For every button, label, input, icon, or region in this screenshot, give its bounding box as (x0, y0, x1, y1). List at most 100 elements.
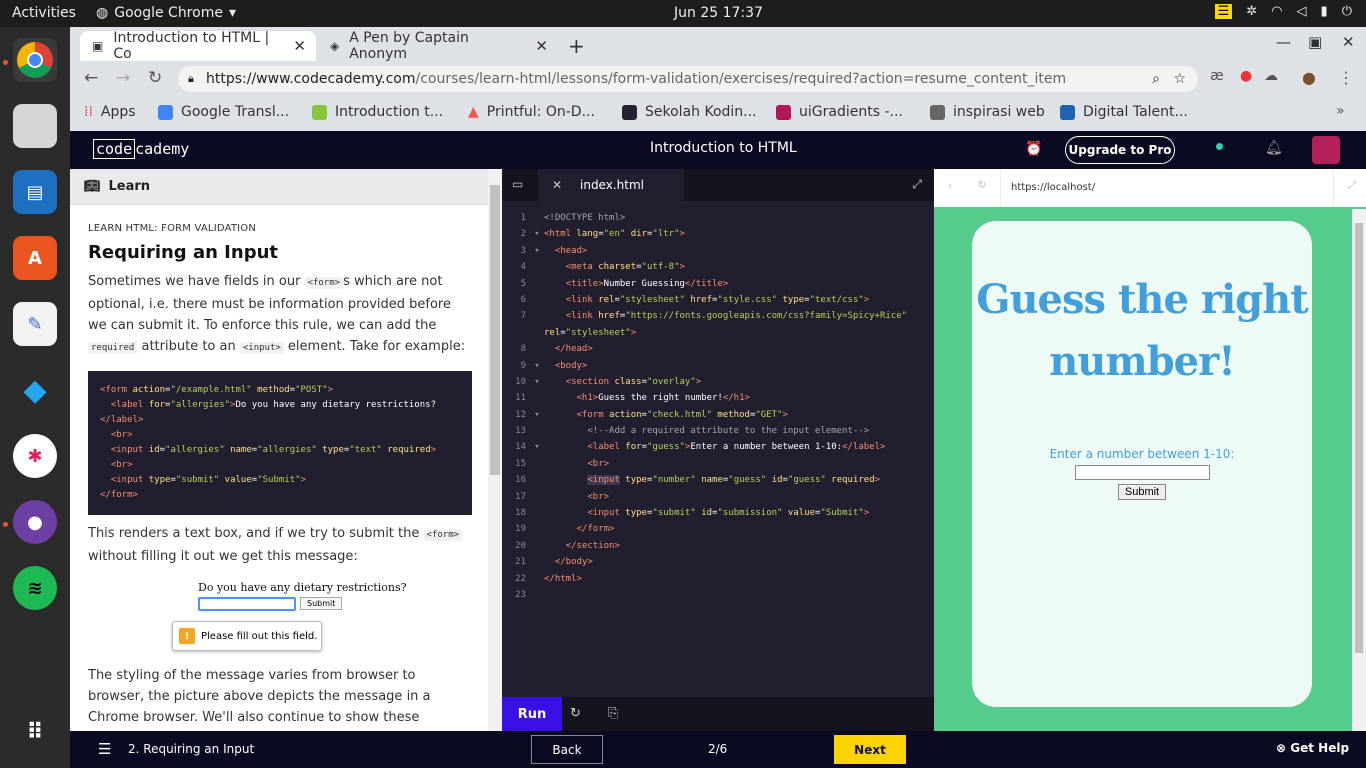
close-window-icon[interactable]: ✕ (1342, 33, 1355, 51)
zoom-icon[interactable]: ⌕ (1152, 71, 1160, 87)
bookmark-label: Digital Talent... (1083, 104, 1188, 120)
preview-url-bar[interactable]: https://localhost/ (1000, 169, 1334, 207)
new-tab-button[interactable]: + (564, 31, 594, 61)
text-editor-icon[interactable]: ✎ (13, 302, 57, 346)
scroll-thumb[interactable] (490, 185, 500, 475)
chrome-icon[interactable] (13, 38, 57, 82)
tab-codepen[interactable]: ◈ A Pen by Captain Anonym ✕ (318, 30, 558, 62)
folder-icon (930, 104, 945, 120)
slack-tray-icon[interactable]: ✲ (1246, 4, 1257, 19)
close-tab-icon[interactable]: ✕ (293, 37, 306, 55)
bookmark-google-translate[interactable]: Google Transl... (158, 99, 289, 125)
line-number: 11 (515, 393, 526, 404)
bookmark-printful[interactable]: ▲ Printful: On-D... (468, 99, 595, 125)
slack-icon[interactable]: ✱ (13, 434, 57, 478)
next-button[interactable]: Next (834, 735, 906, 764)
bell-icon[interactable]: 🔔︎ (1265, 140, 1283, 156)
star-icon[interactable]: ☆ (1173, 71, 1186, 87)
wifi-icon[interactable]: ◠ (1271, 4, 1282, 19)
inline-code: required (88, 342, 138, 354)
volume-icon[interactable]: ◁ (1297, 4, 1307, 19)
run-button[interactable]: Run (502, 697, 562, 731)
app-name: Google Chrome (114, 5, 223, 21)
get-help-button[interactable]: ⊗ Get Help (1276, 741, 1349, 755)
menu-kebab-icon[interactable]: ⋮ (1338, 68, 1354, 87)
preview-scrollbar[interactable] (1352, 209, 1366, 731)
bookmark-digital-talent[interactable]: Digital Talent... (1060, 99, 1188, 125)
tab-introduction-html[interactable]: ▣ Introduction to HTML | Co ✕ (80, 30, 316, 62)
copy-icon[interactable]: ⎘ (608, 706, 618, 721)
bookmark-sekolah-koding[interactable]: Sekolah Kodin... (622, 99, 757, 125)
power-icon[interactable]: ⏻ (1342, 4, 1352, 19)
learn-header[interactable]: 📖︎ Learn (70, 169, 488, 205)
profile-avatar[interactable]: ● (1302, 68, 1316, 87)
preview-back-icon[interactable]: ‹ (948, 181, 952, 192)
software-center-icon[interactable]: A (13, 236, 57, 280)
learn-scrollbar[interactable] (488, 169, 502, 731)
hamburger-icon[interactable]: ☰ (98, 740, 111, 758)
text: attribute to an (137, 339, 240, 354)
scroll-thumb[interactable] (1355, 223, 1363, 653)
reset-icon[interactable]: ↻ (570, 706, 581, 721)
tab-label: A Pen by Captain Anonym (349, 30, 469, 62)
extension-cloud-icon[interactable]: ☁ (1264, 68, 1278, 84)
close-file-icon[interactable]: ✕ (552, 178, 562, 192)
app-grid-icon[interactable]: ⠿ (13, 710, 57, 754)
line-number: 10 (515, 376, 526, 387)
app-menu[interactable]: ◍ Google Chrome ▾ (96, 5, 236, 21)
preview-reload-icon[interactable]: ↻ (978, 180, 986, 191)
minimize-icon[interactable]: — (1276, 33, 1291, 51)
back-button[interactable]: Back (531, 735, 603, 764)
bookmark-label: Printful: On-D... (486, 104, 595, 120)
codecademy-logo[interactable]: code cademy (93, 139, 189, 159)
preview-expand-icon[interactable]: ⤢ (1348, 180, 1356, 191)
chrome-small-icon: ◍ (96, 5, 109, 21)
files-icon[interactable] (13, 104, 57, 148)
battery-icon[interactable]: ▮ (1321, 4, 1328, 19)
extension-record-icon[interactable]: ● (1240, 68, 1252, 84)
bookmark-uigradients[interactable]: uiGradients -... (776, 99, 903, 125)
translate-icon (158, 104, 173, 120)
alarm-icon[interactable]: ⏰ (1025, 141, 1042, 157)
lesson-name[interactable]: 2. Requiring an Input (128, 742, 254, 756)
number-label: Enter a number between 1-10: (1049, 447, 1235, 461)
spotify-icon[interactable]: ≋ (13, 566, 57, 610)
back-arrow-icon[interactable]: ← (84, 68, 98, 88)
expand-icon[interactable]: ⤢ (912, 177, 922, 192)
reload-icon[interactable]: ↻ (148, 68, 162, 88)
tab-index-html[interactable]: ✕ index.html (538, 169, 684, 201)
maximize-icon[interactable]: ▣ (1308, 33, 1322, 51)
logo-code: code (93, 139, 136, 159)
system-tray[interactable]: ☰ ✲ ◠ ◁ ▮ ⏻ (1214, 4, 1352, 19)
code-editor: ▭ ✕ index.html ⤢ 1 <!DOCTYPE html> 2 ▾ <html… (502, 169, 934, 731)
close-tab-icon[interactable]: ✕ (535, 37, 548, 55)
line-number: 19 (515, 524, 526, 535)
chevron-down-icon: ▾ (228, 5, 236, 21)
inline-code: <input> (239, 342, 284, 354)
line-number: 16 (515, 475, 526, 486)
more-bookmarks-icon[interactable]: » (1336, 103, 1345, 119)
bookmark-apps[interactable]: ⁞⁞ Apps (84, 99, 136, 125)
submit-button[interactable]: Submit (1117, 484, 1167, 500)
number-input[interactable] (1074, 465, 1210, 480)
inline-code: <form> (304, 277, 344, 289)
avatar[interactable] (1312, 136, 1340, 164)
upgrade-to-pro-button[interactable]: Upgrade to Pro (1065, 136, 1175, 164)
writer-icon[interactable]: ▤ (13, 170, 57, 214)
bookmark-inspirasi-web[interactable]: inspirasi web (930, 99, 1045, 125)
vscode-icon[interactable]: ◆ (13, 368, 57, 412)
address-bar[interactable]: 🔒︎ https://www.codecademy.com/courses/le… (178, 66, 1198, 92)
github-icon[interactable]: ● (13, 500, 57, 544)
extension-ae-icon[interactable]: æ (1210, 68, 1224, 84)
notes-icon[interactable]: ☰ (1214, 4, 1233, 19)
forward-arrow-icon[interactable]: → (116, 68, 130, 88)
code-lines[interactable]: 1 <!DOCTYPE html> 2 ▾ <html lang="en" dir="… (502, 213, 934, 606)
tooltip-text: Please fill out this field. (201, 630, 318, 642)
line-number: 18 (515, 508, 526, 519)
inline-code: <form> (423, 529, 463, 541)
bookmark-introduction[interactable]: Introduction t... (312, 99, 443, 125)
clock[interactable]: Jun 25 17:37 (674, 5, 763, 21)
activities-button[interactable]: Activities (12, 5, 76, 21)
folder-icon[interactable]: ▭ (512, 177, 523, 191)
get-help-label: Get Help (1290, 741, 1350, 755)
